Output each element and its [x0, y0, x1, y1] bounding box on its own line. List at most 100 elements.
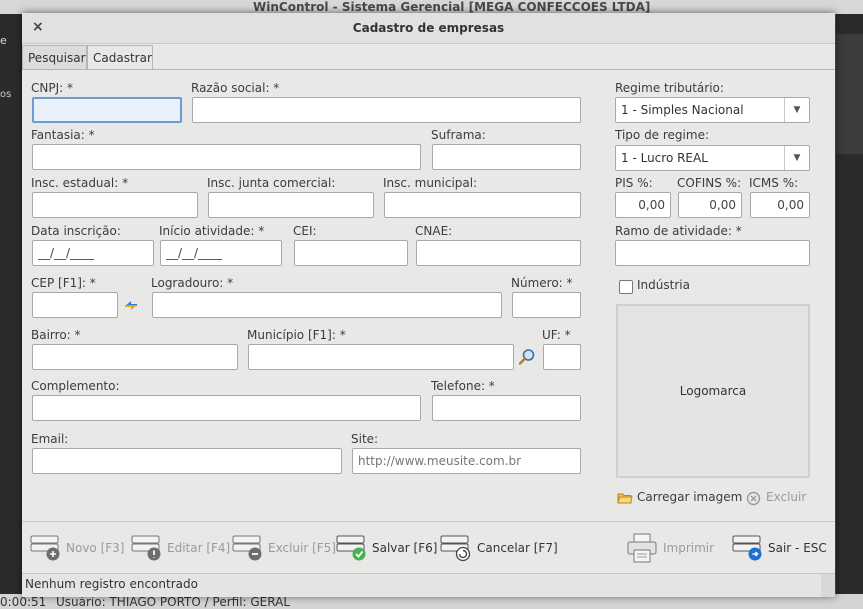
logo-preview-label: Logomarca — [679, 384, 747, 398]
sair-button[interactable]: Sair - ESC — [732, 533, 828, 563]
dialog-title: Cadastro de empresas — [352, 21, 505, 35]
excluir-label: Excluir [F5] — [268, 541, 336, 555]
background-app-title: WinControl - Sistema Gerencial [MEGA CON… — [253, 0, 651, 14]
imprimir-label: Imprimir — [663, 541, 715, 555]
telefone-label: Telefone: * — [431, 379, 495, 393]
fantasia-label: Fantasia: * — [31, 128, 95, 142]
cancelar-button[interactable]: Cancelar [F7] — [440, 533, 558, 563]
tab-pesquisar[interactable]: Pesquisar — [22, 45, 87, 69]
cofins-field[interactable] — [678, 192, 742, 218]
cep-label: CEP [F1]: * — [31, 276, 96, 290]
data-inscricao-label: Data inscrição: — [31, 224, 121, 238]
delete-image-icon[interactable] — [746, 491, 761, 506]
suframa-field[interactable] — [432, 144, 581, 170]
logradouro-label: Logradouro: * — [151, 276, 234, 290]
municipio-label: Município [F1]: * — [247, 328, 346, 342]
background-app-titlebar: WinControl - Sistema Gerencial [MEGA CON… — [0, 0, 863, 14]
email-label: Email: — [31, 432, 69, 446]
chevron-down-icon[interactable]: ▼ — [784, 98, 809, 122]
ramo-atividade-field[interactable] — [615, 240, 810, 266]
icms-label: ICMS %: — [749, 176, 799, 190]
background-status-user: Usuário: THIAGO PORTO / Perfil: GERAL — [56, 595, 291, 609]
bairro-label: Bairro: * — [31, 328, 81, 342]
bairro-field[interactable] — [32, 344, 238, 370]
logo-preview[interactable]: Logomarca — [616, 304, 810, 478]
background-left-text-2: os — [0, 89, 12, 100]
cei-label: CEI: — [293, 224, 317, 238]
regime-tributario-value: 1 - Simples Nacional — [621, 103, 744, 117]
background-left-panel: e os — [0, 14, 22, 594]
uf-field[interactable] — [543, 344, 581, 370]
delete-image-button[interactable]: Excluir — [766, 490, 806, 504]
printer-icon — [626, 533, 658, 563]
razao-social-label: Razão social: * — [191, 81, 280, 95]
telefone-field[interactable] — [432, 395, 581, 421]
municipio-field[interactable] — [248, 344, 514, 370]
cei-field[interactable] — [294, 240, 408, 266]
numero-field[interactable] — [512, 292, 581, 318]
complemento-field[interactable] — [32, 395, 421, 421]
pis-field[interactable] — [615, 192, 671, 218]
data-inscricao-field[interactable] — [32, 240, 154, 266]
fantasia-field[interactable] — [32, 144, 421, 170]
cnpj-field[interactable] — [32, 97, 182, 123]
chevron-down-icon[interactable]: ▼ — [784, 146, 809, 170]
cnae-field[interactable] — [416, 240, 581, 266]
excluir-button[interactable]: Excluir [F5] — [232, 533, 336, 563]
sair-label: Sair - ESC — [768, 541, 827, 555]
numero-label: Número: * — [511, 276, 573, 290]
background-status-time: 0:00:51 — [0, 595, 47, 609]
background-left-text: e — [0, 34, 7, 47]
novo-button[interactable]: Novo [F3] — [30, 533, 125, 563]
resize-grip[interactable] — [821, 574, 835, 597]
cep-field[interactable] — [32, 292, 118, 318]
cofins-label: COFINS %: — [677, 176, 742, 190]
municipio-search-icon[interactable] — [518, 348, 536, 366]
tipo-regime-label: Tipo de regime: — [615, 128, 710, 142]
editar-button[interactable]: Editar [F4] — [131, 533, 230, 563]
regime-tributario-select[interactable]: 1 - Simples Nacional ▼ — [615, 97, 810, 123]
insc-junta-field[interactable] — [208, 192, 374, 218]
status-bar: Nenhum registro encontrado — [22, 573, 835, 597]
server-exit-icon — [732, 533, 764, 563]
folder-icon[interactable] — [617, 491, 633, 505]
uf-label: UF: * — [542, 328, 571, 342]
cnpj-label: CNPJ: * — [31, 81, 73, 95]
complemento-label: Complemento: — [31, 379, 120, 393]
cancelar-label: Cancelar [F7] — [477, 541, 558, 555]
tipo-regime-value: 1 - Lucro REAL — [621, 151, 708, 165]
server-save-icon — [336, 533, 368, 563]
company-dialog: × Cadastro de empresas Pesquisar Cadastr… — [22, 13, 835, 597]
status-text: Nenhum registro encontrado — [25, 577, 198, 591]
insc-junta-label: Insc. junta comercial: — [207, 176, 336, 190]
industria-checkbox[interactable] — [619, 280, 633, 294]
suframa-label: Suframa: — [431, 128, 486, 142]
dialog-titlebar: × Cadastro de empresas — [22, 13, 835, 44]
cnae-label: CNAE: — [415, 224, 453, 238]
action-toolbar: Novo [F3] Editar [F4] Excluir [F5] Salva… — [22, 521, 835, 574]
server-edit-icon — [131, 533, 163, 563]
pis-label: PIS %: — [615, 176, 653, 190]
tab-cadastrar[interactable]: Cadastrar — [87, 45, 153, 70]
icms-field[interactable] — [750, 192, 810, 218]
background-right-panel — [836, 14, 863, 594]
inicio-atividade-label: Início atividade: * — [159, 224, 265, 238]
insc-estadual-field[interactable] — [32, 192, 198, 218]
insc-municipal-field[interactable] — [384, 192, 581, 218]
razao-social-field[interactable] — [192, 97, 581, 123]
salvar-button[interactable]: Salvar [F6] — [336, 533, 437, 563]
site-field[interactable] — [352, 448, 581, 474]
email-field[interactable] — [32, 448, 342, 474]
server-add-icon — [30, 533, 62, 563]
insc-estadual-label: Insc. estadual: * — [31, 176, 129, 190]
imprimir-button[interactable]: Imprimir — [626, 533, 718, 563]
logradouro-field[interactable] — [152, 292, 502, 318]
tipo-regime-select[interactable]: 1 - Lucro REAL ▼ — [615, 145, 810, 171]
novo-label: Novo [F3] — [66, 541, 125, 555]
industria-label: Indústria — [637, 278, 690, 292]
inicio-atividade-field[interactable] — [160, 240, 282, 266]
regime-tributario-label: Regime tributário: — [615, 81, 724, 95]
load-image-button[interactable]: Carregar imagem — [637, 490, 742, 504]
site-label: Site: — [351, 432, 379, 446]
cep-lookup-icon[interactable] — [123, 297, 139, 313]
